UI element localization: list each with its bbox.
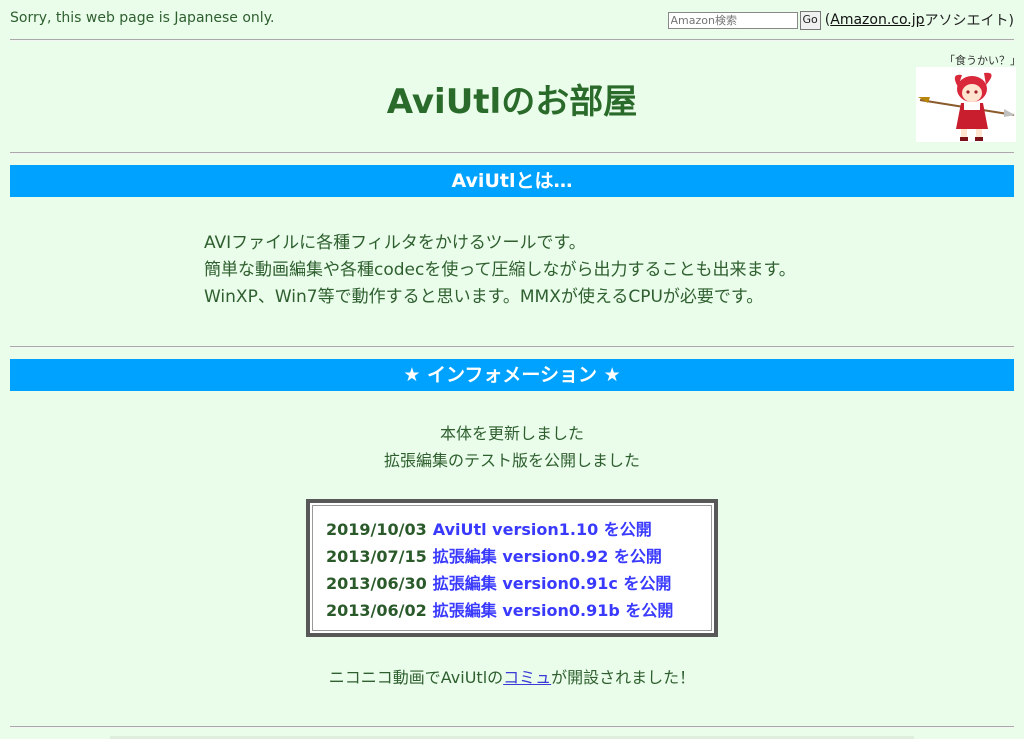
about-line: AVIファイルに各種フィルタをかけるツールです。: [204, 233, 586, 253]
about-line: WinXP、Win7等で動作すると思います。MMXが使えるCPUが必要です。: [204, 287, 764, 307]
divider-bottom: [10, 726, 1014, 728]
mascot-illustration: [916, 67, 1016, 142]
news-date: 2013/06/02: [326, 601, 427, 620]
amazon-search: Go (Amazon.co.jpアソシエイト): [667, 10, 1014, 30]
amazon-go-button[interactable]: Go: [799, 10, 821, 30]
amazon-link[interactable]: Amazon.co.jp: [830, 12, 924, 28]
page-title: AviUtlのお部屋: [386, 82, 638, 122]
info-line: 本体を更新しました: [439, 424, 584, 443]
news-link[interactable]: 拡張編集 version0.91b を公開: [433, 601, 674, 620]
news-date: 2013/06/30: [326, 574, 427, 593]
niconico-notice: ニコニコ動画でAviUtlのコミュが開設されました！: [0, 664, 1024, 688]
news-link[interactable]: AviUtl version1.10 を公開: [433, 520, 652, 539]
news-date: 2019/10/03: [326, 520, 427, 539]
japanese-only-notice: Sorry, this web page is Japanese only.: [10, 10, 275, 26]
news-item: 2019/10/03 AviUtl version1.10 を公開: [326, 516, 711, 543]
amazon-search-input[interactable]: [667, 11, 798, 29]
news-list: 2019/10/03 AviUtl version1.10 を公開 2013/07…: [312, 505, 712, 631]
news-box: 2019/10/03 AviUtl version1.10 を公開 2013/07…: [306, 499, 718, 637]
niconico-suffix: が開設されました！: [551, 668, 696, 687]
associate-label: アソシエイト): [924, 13, 1014, 29]
top-bar: Sorry, this web page is Japanese only. G…: [0, 0, 1024, 38]
info-heading: ★ インフォメーション ★: [10, 359, 1014, 391]
info-line: 拡張編集のテスト版を公開しました: [383, 451, 640, 470]
news-link[interactable]: 拡張編集 version0.91c を公開: [433, 574, 672, 593]
divider-top: [10, 39, 1014, 41]
mascot-image: [916, 67, 1016, 142]
news-item: 2013/07/15 拡張編集 version0.92 を公開: [326, 543, 711, 570]
mascot-caption: 「食うかい？」: [944, 54, 1021, 67]
divider-title: [10, 152, 1014, 154]
about-description: AVIファイルに各種フィルタをかけるツールです。 簡単な動画編集や各種codec…: [204, 230, 796, 311]
info-summary: 本体を更新しました 拡張編集のテスト版を公開しました: [0, 420, 1024, 474]
divider-about: [10, 346, 1014, 348]
community-link[interactable]: コミュ: [503, 668, 551, 687]
news-link[interactable]: 拡張編集 version0.92 を公開: [433, 547, 662, 566]
news-item: 2013/06/02 拡張編集 version0.91b を公開: [326, 597, 711, 624]
niconico-prefix: ニコニコ動画でAviUtlの: [328, 668, 504, 687]
news-date: 2013/07/15: [326, 547, 427, 566]
news-item: 2013/06/30 拡張編集 version0.91c を公開: [326, 570, 711, 597]
about-heading: AviUtlとは…: [10, 165, 1014, 197]
about-line: 簡単な動画編集や各種codecを使って圧縮しながら出力することも出来ます。: [204, 260, 796, 280]
